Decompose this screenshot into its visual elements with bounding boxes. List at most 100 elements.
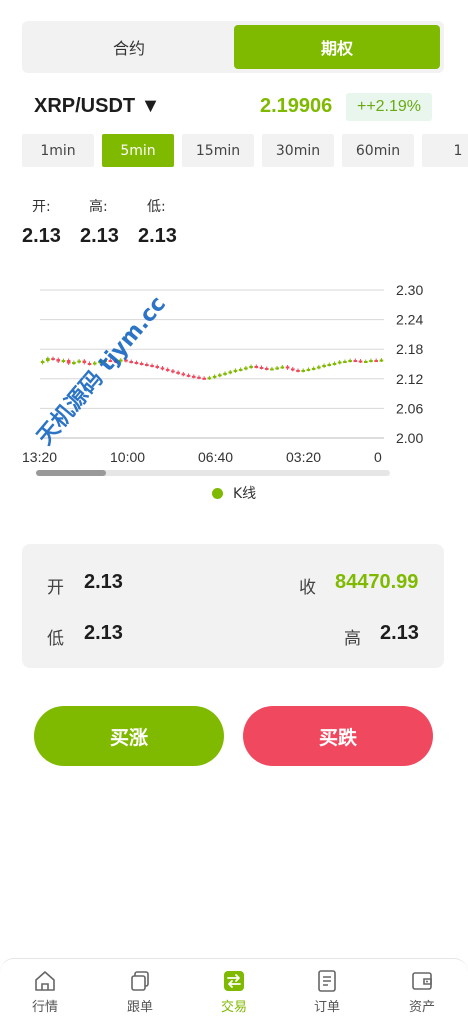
- open-value: 2.13: [22, 225, 61, 247]
- y-tick-label: 2.00: [396, 430, 423, 446]
- candle-body: [223, 372, 227, 375]
- candle-body: [150, 364, 154, 367]
- summary-open-label: 开: [47, 578, 64, 598]
- summary-panel: 开 2.13 收 84470.99 低 2.13 高 2.13: [22, 544, 444, 668]
- candle-body: [181, 373, 186, 376]
- tab-trade[interactable]: 交易: [204, 969, 264, 1015]
- summary-low-value: 2.13: [84, 622, 123, 644]
- interval-5min[interactable]: 5min: [102, 134, 174, 167]
- candle-body: [145, 364, 149, 366]
- chart-scroll-thumb: [36, 470, 106, 476]
- tab-assets[interactable]: 资产: [392, 969, 452, 1015]
- y-tick-label: 2.18: [396, 341, 423, 357]
- interval-60min[interactable]: 60min: [342, 134, 414, 167]
- summary-close-label: 收: [299, 578, 316, 598]
- buy-up-button[interactable]: 买涨: [34, 706, 224, 766]
- tab-contract[interactable]: 合约: [26, 25, 232, 69]
- legend-label: K线: [233, 486, 257, 502]
- candle-body: [270, 368, 274, 371]
- candle-body: [301, 369, 306, 372]
- candle-body: [264, 367, 269, 370]
- candle-body: [363, 361, 368, 364]
- candle-body: [134, 362, 139, 365]
- tab-market-label: 行情: [31, 1000, 58, 1015]
- candle-body: [332, 363, 337, 366]
- y-tick-label: 2.06: [396, 400, 423, 416]
- candle-body: [40, 361, 45, 364]
- candle-body: [337, 361, 342, 364]
- x-tick-label: 03:20: [286, 449, 321, 465]
- candle-body: [254, 365, 259, 368]
- summary-high-value: 2.13: [380, 622, 419, 644]
- candle-body: [285, 366, 290, 369]
- candle-body: [139, 363, 144, 366]
- legend-dot-icon: [212, 487, 223, 499]
- copy-icon: [131, 971, 149, 991]
- tab-assets-label: 资产: [408, 1000, 435, 1015]
- candle-body: [217, 374, 222, 377]
- x-tick-label: 13:20: [22, 449, 57, 465]
- candle-body: [358, 360, 363, 363]
- candle-body: [207, 377, 212, 380]
- tab-orders[interactable]: 订单: [297, 969, 357, 1015]
- candle-body: [129, 361, 134, 364]
- candle-body: [186, 374, 191, 377]
- y-tick-label: 2.12: [396, 371, 423, 387]
- tab-copy-trade[interactable]: 跟单: [110, 969, 170, 1015]
- candle-body: [171, 370, 175, 373]
- x-tick-label: 06:40: [198, 449, 233, 465]
- candle-body: [280, 366, 285, 369]
- candle-body: [244, 367, 248, 370]
- summary-low-label: 低: [47, 629, 64, 649]
- trade-mode-switch: 合约 期权: [22, 21, 444, 73]
- interval-tabs: 1min 5min 15min 30min 60min 1: [22, 134, 468, 168]
- candle-body: [311, 367, 316, 370]
- candle-body: [61, 360, 66, 363]
- y-tick-label: 2.24: [396, 312, 423, 328]
- candle-body: [317, 366, 321, 369]
- candle-body: [348, 360, 352, 363]
- candle-body: [290, 368, 295, 371]
- low-label: 低:: [147, 199, 166, 215]
- candle-body: [238, 368, 243, 371]
- candle-body: [155, 365, 160, 368]
- interval-1min[interactable]: 1min: [22, 134, 94, 167]
- candle-body: [306, 368, 311, 371]
- candle-body: [56, 359, 61, 362]
- tab-orders-label: 订单: [313, 1000, 340, 1015]
- candle-body: [45, 358, 50, 362]
- candle-body: [72, 362, 76, 365]
- summary-high-label: 高: [344, 629, 361, 649]
- candle-body: [165, 368, 170, 371]
- price-change-badge: ++2.19%: [346, 93, 432, 121]
- interval-30min[interactable]: 30min: [262, 134, 334, 167]
- candle-body: [212, 375, 217, 378]
- candle-body: [233, 369, 238, 372]
- candle-body: [77, 360, 81, 363]
- candle-body: [202, 377, 207, 380]
- tab-options[interactable]: 期权: [234, 25, 440, 69]
- wallet-icon: [412, 972, 432, 990]
- high-value: 2.13: [80, 225, 119, 247]
- candle-body: [343, 361, 347, 364]
- interval-15min[interactable]: 15min: [182, 134, 254, 167]
- tab-copy-trade-label: 跟单: [126, 1000, 153, 1015]
- candle-body: [327, 364, 332, 366]
- tab-market[interactable]: 行情: [15, 969, 75, 1015]
- candle-body: [66, 360, 71, 364]
- chart-legend[interactable]: K线: [212, 483, 256, 503]
- symbol-selector[interactable]: XRP/USDT ▼: [34, 95, 160, 118]
- open-label: 开:: [32, 199, 51, 215]
- candle-body: [374, 360, 379, 363]
- x-tick-label: 0: [374, 449, 382, 465]
- interval-more[interactable]: 1: [422, 134, 468, 167]
- y-tick-label: 2.30: [396, 282, 423, 298]
- candle-body: [249, 365, 253, 368]
- candle-body: [228, 371, 233, 374]
- buy-down-button[interactable]: 买跌: [243, 706, 433, 766]
- candle-body: [322, 364, 326, 367]
- candle-body: [191, 375, 196, 378]
- orders-icon: [318, 970, 336, 992]
- candle-body: [160, 367, 165, 370]
- summary-close-value: 84470.99: [335, 571, 419, 593]
